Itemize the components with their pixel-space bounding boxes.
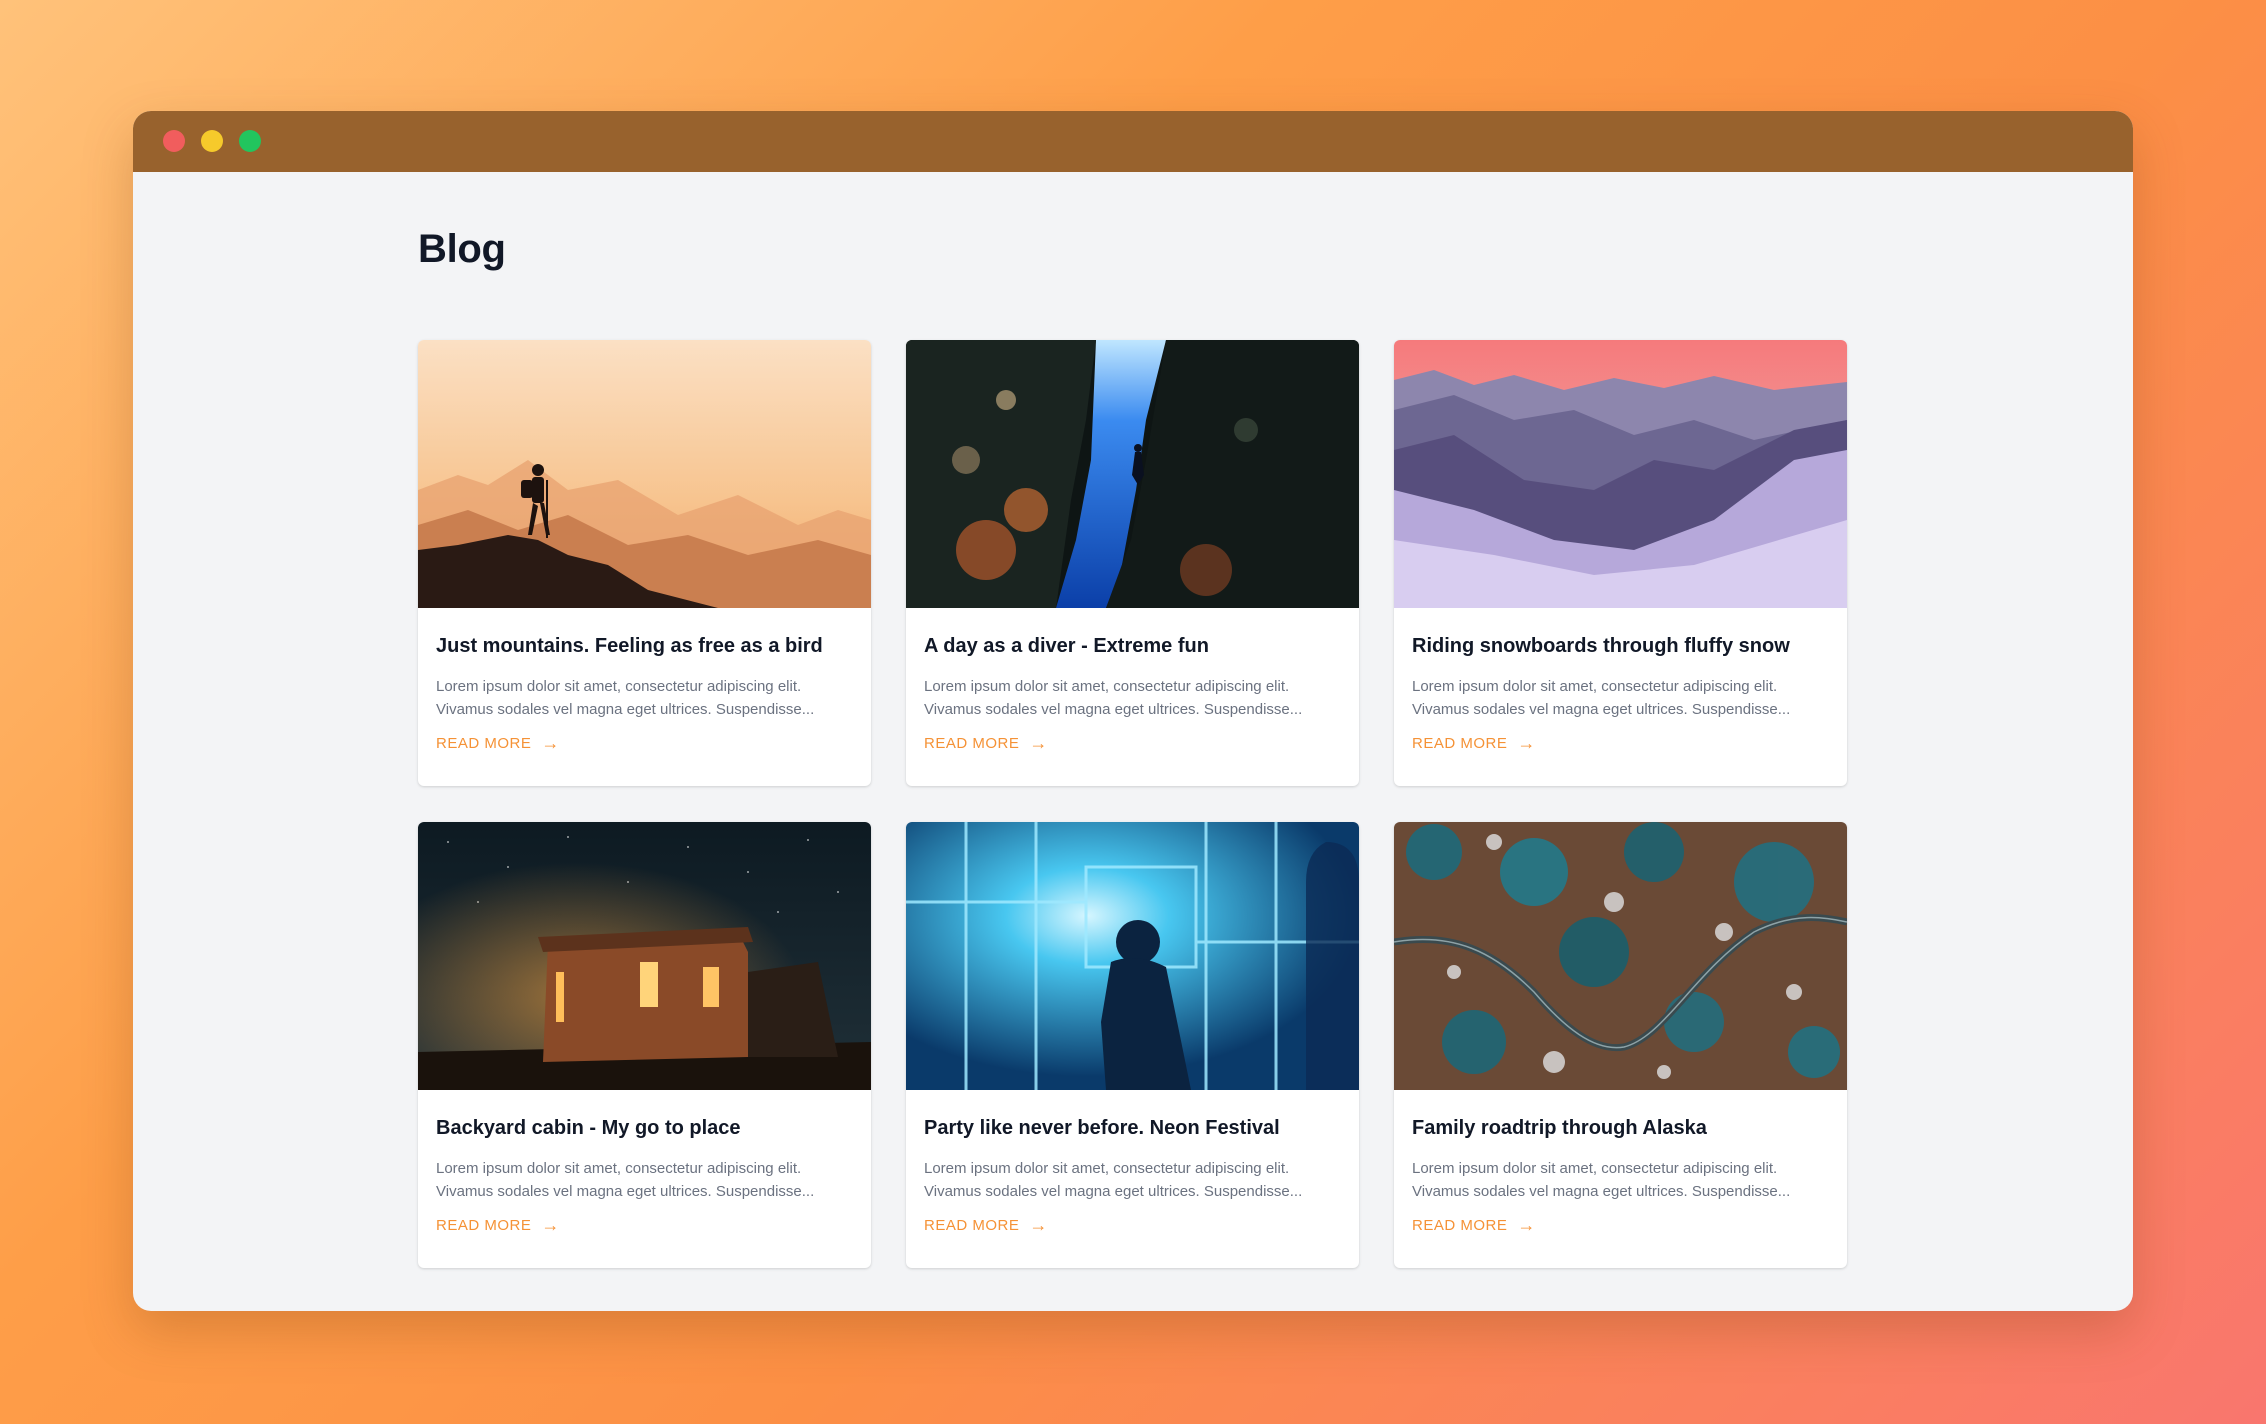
browser-window: Blog Just mountains. Feeling as free as …	[133, 111, 2133, 1311]
post-excerpt: Lorem ipsum dolor sit amet, consectetur …	[436, 1160, 815, 1200]
read-more-label: READ MORE	[436, 735, 532, 752]
post-title[interactable]: Party like never before. Neon Festival	[924, 1090, 1341, 1141]
post-image-hiker[interactable]	[418, 340, 871, 608]
read-more-label: READ MORE	[1412, 735, 1508, 752]
post-grid: Just mountains. Feeling as free as a bir…	[418, 340, 1847, 1268]
post-card[interactable]: Just mountains. Feeling as free as a bir…	[418, 340, 871, 786]
post-image-aerial-road[interactable]	[1394, 822, 1847, 1090]
minimize-window-button[interactable]	[201, 130, 223, 152]
arrow-right-icon: →	[541, 733, 560, 753]
post-title[interactable]: Family roadtrip through Alaska	[1412, 1090, 1829, 1141]
maximize-window-button[interactable]	[239, 130, 261, 152]
arrow-right-icon: →	[1517, 1215, 1536, 1235]
post-excerpt: Lorem ipsum dolor sit amet, consectetur …	[924, 1160, 1303, 1200]
arrow-right-icon: →	[1029, 733, 1048, 753]
post-card[interactable]: Family roadtrip through Alaska Lorem ips…	[1394, 822, 1847, 1268]
post-excerpt: Lorem ipsum dolor sit amet, consectetur …	[1412, 678, 1791, 718]
post-title[interactable]: Riding snowboards through fluffy snow	[1412, 608, 1829, 659]
post-image-diver[interactable]	[906, 340, 1359, 608]
post-card[interactable]: Riding snowboards through fluffy snow Lo…	[1394, 340, 1847, 786]
read-more-link[interactable]: READ MORE →	[1412, 1215, 1536, 1235]
read-more-label: READ MORE	[924, 1217, 1020, 1234]
post-excerpt: Lorem ipsum dolor sit amet, consectetur …	[1412, 1160, 1791, 1200]
post-image-neon[interactable]	[906, 822, 1359, 1090]
post-excerpt: Lorem ipsum dolor sit amet, consectetur …	[924, 678, 1303, 718]
close-window-button[interactable]	[163, 130, 185, 152]
post-title[interactable]: Backyard cabin - My go to place	[436, 1090, 853, 1141]
arrow-right-icon: →	[541, 1215, 560, 1235]
read-more-link[interactable]: READ MORE →	[1412, 733, 1536, 753]
post-excerpt: Lorem ipsum dolor sit amet, consectetur …	[436, 678, 815, 718]
post-image-cabin[interactable]	[418, 822, 871, 1090]
read-more-link[interactable]: READ MORE →	[924, 1215, 1048, 1235]
post-card[interactable]: Backyard cabin - My go to place Lorem ip…	[418, 822, 871, 1268]
read-more-link[interactable]: READ MORE →	[436, 733, 560, 753]
post-card[interactable]: Party like never before. Neon Festival L…	[906, 822, 1359, 1268]
post-image-snow-valley[interactable]	[1394, 340, 1847, 608]
read-more-label: READ MORE	[924, 735, 1020, 752]
post-title[interactable]: Just mountains. Feeling as free as a bir…	[436, 608, 853, 659]
read-more-label: READ MORE	[436, 1217, 532, 1234]
read-more-link[interactable]: READ MORE →	[436, 1215, 560, 1235]
page-title: Blog	[418, 227, 506, 271]
read-more-link[interactable]: READ MORE →	[924, 733, 1048, 753]
arrow-right-icon: →	[1029, 1215, 1048, 1235]
window-titlebar	[133, 111, 2133, 172]
arrow-right-icon: →	[1517, 733, 1536, 753]
post-title[interactable]: A day as a diver - Extreme fun	[924, 608, 1341, 659]
post-card[interactable]: A day as a diver - Extreme fun Lorem ips…	[906, 340, 1359, 786]
read-more-label: READ MORE	[1412, 1217, 1508, 1234]
